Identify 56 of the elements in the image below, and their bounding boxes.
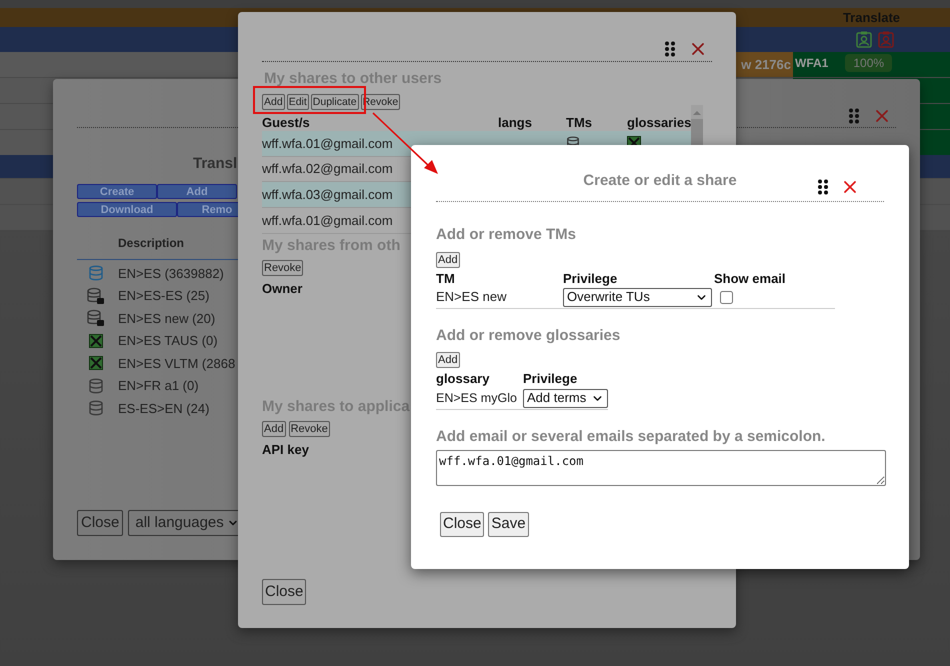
column-header: glossary — [436, 371, 490, 387]
database-icon — [88, 265, 104, 282]
tm-item[interactable]: EN>ES (3639882) — [118, 264, 224, 283]
tm-item[interactable]: EN>FR a1 (0) — [118, 376, 199, 396]
progress-badge: 100% — [845, 54, 892, 72]
glossary-icon — [88, 356, 102, 370]
table-cell-text: EN>ES new — [436, 288, 508, 306]
locked-database-icon — [86, 286, 104, 305]
locked-database-icon — [86, 309, 104, 328]
column-header: TMs — [566, 115, 593, 131]
dialog-button[interactable]: Save — [488, 512, 529, 536]
database-icon — [88, 400, 104, 416]
window-title: Transl — [193, 155, 238, 172]
column-header: Guest/s — [262, 115, 311, 131]
small-button[interactable]: Revoke — [288, 421, 330, 438]
column-header: TM — [436, 270, 456, 286]
table-cell-text: EN>ES myGlo — [436, 390, 518, 407]
close-button[interactable]: Close — [262, 579, 306, 605]
tm-item[interactable]: EN>ES VLTM (2868 — [118, 354, 236, 373]
column-header: Show email — [714, 270, 787, 286]
drag-handle-icon[interactable] — [818, 179, 828, 195]
tm-item[interactable]: EN>ES-ES (25) — [118, 286, 210, 306]
small-button[interactable]: Duplicate — [310, 94, 359, 110]
column-header: Translate — [842, 8, 900, 27]
tm-item[interactable]: EN>ES new (20) — [118, 308, 216, 328]
tm-item[interactable]: ES-ES>EN (24) — [118, 398, 210, 418]
column-header: glossaries — [627, 115, 692, 131]
small-button[interactable]: Add — [262, 421, 286, 438]
column-header: Privilege — [563, 270, 618, 286]
section-heading: Add or remove glossaries — [436, 326, 620, 344]
column-header: API key — [262, 441, 309, 460]
privilege-select[interactable]: Add terms — [523, 388, 608, 408]
drag-handle-icon[interactable] — [849, 108, 859, 124]
show-email-checkbox[interactable] — [720, 290, 733, 304]
database-icon — [88, 378, 104, 394]
small-button[interactable]: Add — [262, 94, 285, 110]
dialog-button[interactable]: Close — [440, 512, 484, 536]
small-button[interactable]: Revoke — [262, 260, 304, 276]
tm-item[interactable]: EN>ES TAUS (0) — [118, 331, 218, 350]
column-header: langs — [498, 115, 533, 131]
section-heading: Add email or several emails separated by a semicolon. — [436, 428, 826, 445]
column-header: Privilege — [523, 371, 578, 387]
close-button[interactable]: Close — [77, 510, 124, 536]
glossary-icon — [88, 334, 102, 348]
small-button[interactable]: Add — [436, 352, 460, 368]
badge-icon[interactable] — [856, 31, 872, 48]
small-button[interactable]: Edit — [286, 94, 309, 110]
table-cell-text: WFA1 — [795, 55, 828, 72]
email-field[interactable]: wff.wfa.01@gmail.com — [436, 450, 886, 486]
table-cell: w 2176c — [735, 52, 793, 77]
privilege-select[interactable]: Overwrite TUs — [563, 288, 712, 306]
column-header: Description — [118, 236, 184, 250]
drag-handle-icon[interactable] — [665, 41, 675, 57]
column-header: Owner — [262, 280, 302, 298]
dialog-title: Create or edit a share — [583, 170, 737, 191]
small-button[interactable]: Add — [436, 252, 460, 268]
